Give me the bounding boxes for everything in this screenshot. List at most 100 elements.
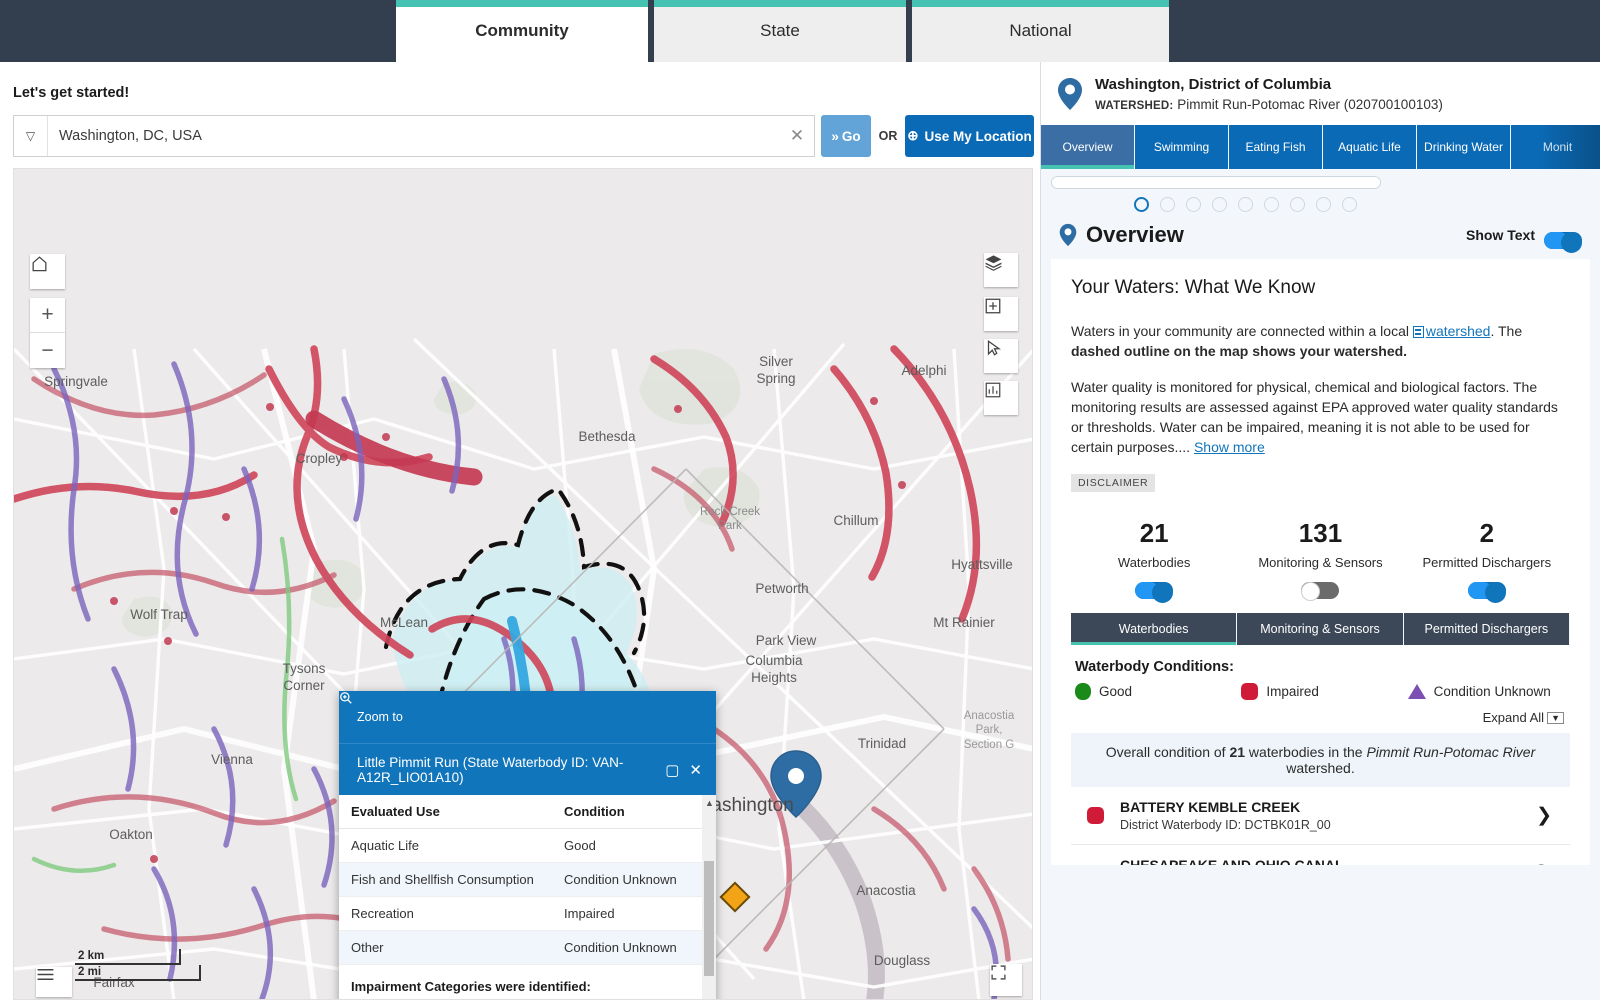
counter-monitoring: 131 Monitoring & Sensors [1237,518,1403,599]
zoom-in-button[interactable]: + [30,298,65,333]
chevron-right-icon[interactable]: ❯ [1536,862,1552,865]
overall-text-c: watershed. [1286,760,1354,776]
table-row: Other Condition Unknown [339,931,702,965]
main-tab-strip: Community State National [393,0,1172,62]
counter-waterbodies: 21 Waterbodies [1071,518,1237,599]
show-text-toggle[interactable] [1544,232,1582,249]
popup-scrollbar[interactable]: ▲ ▼ [702,795,716,1000]
unknown-triangle-icon [1408,684,1426,699]
show-more-link[interactable]: Show more [1194,439,1265,455]
search-row: ▽ ✕ » Go OR ⊕ Use My Location [13,115,1033,157]
subtab-waterbodies[interactable]: Waterbodies [1071,613,1237,645]
carousel-dot-5[interactable] [1238,197,1253,212]
map-pin-icon [1059,223,1077,247]
tab-eating-fish-label: Eating Fish [1245,140,1305,154]
overall-text-a: Overall condition of [1106,744,1230,760]
disclaimer-badge[interactable]: DISCLAIMER [1071,474,1155,492]
subtab-monitoring-label: Monitoring & Sensors [1260,622,1380,636]
counter-label: Waterbodies [1071,555,1237,570]
popup-title: Little Pimmit Run (State Waterbody ID: V… [357,755,655,785]
subtab-monitoring[interactable]: Monitoring & Sensors [1237,613,1403,645]
overall-watershed: Pimmit Run-Potomac River [1366,744,1535,760]
overall-text-b: waterbodies in the [1245,744,1366,760]
cell-use: Other [339,931,552,965]
expand-icon[interactable] [990,964,1022,996]
zoom-in-magnifier-icon [339,691,353,705]
home-icon[interactable] [30,254,65,289]
map-pin-icon [1057,77,1083,111]
table-row[interactable]: CHESAPEAKE AND OHIO CANAL District Water… [1071,845,1570,865]
carousel-dot-3[interactable] [1186,197,1201,212]
overall-count: 21 [1229,744,1245,760]
tab-drinking-water-label: Drinking Water [1424,140,1503,154]
add-layer-icon[interactable] [984,297,1018,331]
close-icon[interactable]: ✕ [689,761,702,779]
tab-state[interactable]: State [651,0,909,62]
cell-condition: Impaired [552,897,702,931]
monitoring-toggle[interactable] [1301,582,1339,599]
layers-icon[interactable] [984,253,1018,287]
tab-national-label: National [1009,21,1071,41]
carousel-dot-8[interactable] [1316,197,1331,212]
select-cursor-icon[interactable] [984,339,1018,373]
scrollbar-thumb[interactable] [704,861,714,976]
or-separator: OR [871,115,905,157]
get-started-prompt: Let's get started! [13,85,129,101]
carousel-dots [1041,189,1450,218]
tab-aquatic-life[interactable]: Aquatic Life [1323,125,1417,169]
legend-impaired: Impaired [1237,683,1403,700]
expand-all-button[interactable]: Expand All▼ [1071,710,1564,725]
popup-body: Evaluated Use Condition Aquatic Life Goo… [339,795,716,1000]
col-condition: Condition [552,795,702,829]
tab-swimming[interactable]: Swimming [1135,125,1229,169]
tab-aquatic-life-label: Aquatic Life [1338,140,1401,154]
tab-community[interactable]: Community [393,0,651,62]
intro-text-b: . The [1490,323,1522,339]
use-my-location-button[interactable]: ⊕ Use My Location [905,115,1034,157]
maximize-icon[interactable]: ▢ [665,761,679,779]
tab-swimming-label: Swimming [1154,140,1209,154]
watershed-link[interactable]: watershed [1426,323,1491,339]
counter-label: Monitoring & Sensors [1237,555,1403,570]
overview-header: Overview Show Text [1041,218,1600,259]
tab-drinking-water[interactable]: Drinking Water [1417,125,1511,169]
monitoring-paragraph: Water quality is monitored for physical,… [1071,377,1570,458]
panel-tab-strip: Overview Swimming Eating Fish Aquatic Li… [1041,125,1600,169]
zoom-to-button[interactable]: Zoom to [339,691,716,743]
carousel-dot-9[interactable] [1342,197,1357,212]
tab-national[interactable]: National [909,0,1172,62]
tab-monitoring[interactable]: Monit [1511,125,1600,169]
zoom-out-button[interactable]: − [30,333,65,368]
impaired-circle-icon [1087,807,1104,824]
tab-overview[interactable]: Overview [1041,125,1135,169]
go-button[interactable]: » Go [821,115,871,157]
expand-all-label: Expand All [1483,710,1544,725]
sub-tab-strip: Waterbodies Monitoring & Sensors Permitt… [1071,613,1570,645]
subtab-dischargers[interactable]: Permitted Dischargers [1404,613,1570,645]
carousel-dot-7[interactable] [1290,197,1305,212]
map-canvas[interactable]: SpringvaleCropleyBethesdaSilver SpringAd… [13,168,1033,1000]
tab-scrollbar[interactable] [1051,176,1381,189]
dischargers-toggle[interactable] [1468,582,1506,599]
chevron-right-icon[interactable]: ❯ [1536,804,1552,827]
carousel-dot-1[interactable] [1134,197,1149,212]
map-feature-popup[interactable]: Zoom to Little Pimmit Run (State Waterbo… [339,691,716,1000]
carousel-dot-6[interactable] [1264,197,1279,212]
tab-state-label: State [760,21,800,41]
tab-eating-fish[interactable]: Eating Fish [1229,125,1323,169]
cell-condition: Good [552,829,702,863]
carousel-dot-4[interactable] [1212,197,1227,212]
chart-icon[interactable] [984,381,1018,415]
search-input[interactable] [48,128,780,144]
scale-mi: 2 mi [75,965,201,981]
dropdown-caret-icon[interactable]: ▽ [14,116,48,156]
carousel-dot-2[interactable] [1160,197,1175,212]
waterbodies-toggle[interactable] [1135,582,1173,599]
clear-icon[interactable]: ✕ [780,126,814,146]
legend-burger-icon[interactable] [36,967,72,997]
search-box[interactable]: ▽ ✕ [13,115,815,157]
counter-value: 131 [1237,518,1403,549]
scroll-up-arrow-icon[interactable]: ▲ [705,798,714,808]
table-row[interactable]: BATTERY KEMBLE CREEK District Waterbody … [1071,787,1570,845]
table-row: Fish and Shellfish Consumption Condition… [339,863,702,897]
